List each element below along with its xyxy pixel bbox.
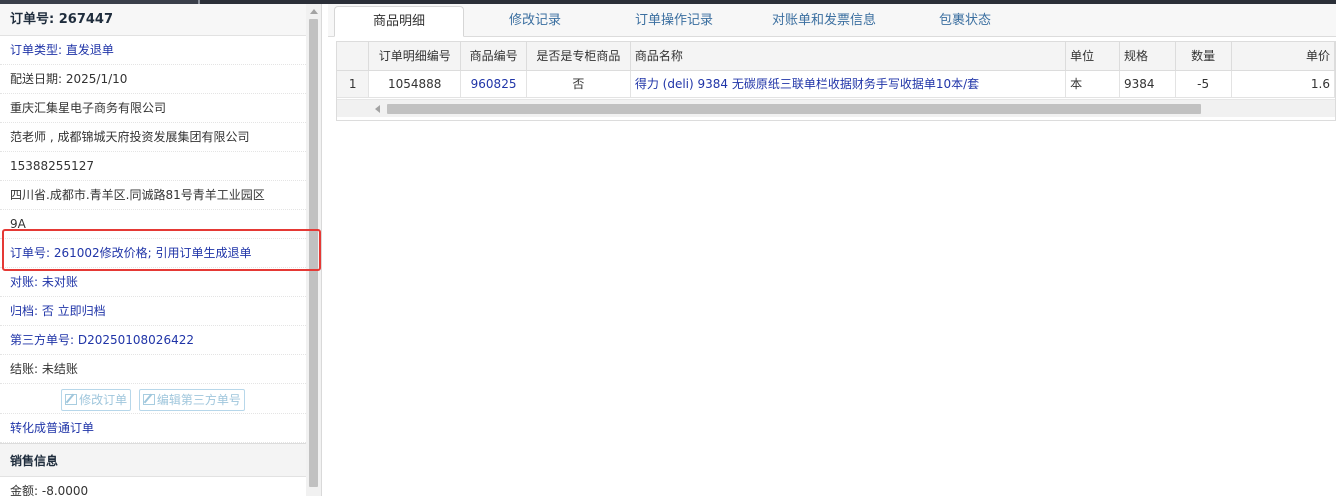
cell-quantity: -5 bbox=[1175, 70, 1232, 98]
col-header-unit[interactable]: 单位 bbox=[1065, 42, 1120, 71]
col-header-unit-price[interactable]: 单价 bbox=[1231, 42, 1335, 71]
cell-detail-no: 1054888 bbox=[368, 70, 462, 98]
cell-spec: 9384 bbox=[1119, 70, 1176, 98]
delivery-date: 配送日期: 2025/1/10 bbox=[0, 65, 306, 94]
settlement-status: 结账: 未结账 bbox=[0, 355, 306, 384]
customer-name: 范老师 , 成都锦城天府投资发展集团有限公司 bbox=[0, 123, 306, 152]
cell-unit-price: 1.6 bbox=[1231, 70, 1335, 98]
horizontal-scrollbar[interactable] bbox=[337, 99, 1335, 117]
col-header-spec[interactable]: 规格 bbox=[1119, 42, 1176, 71]
tab-statement-invoice[interactable]: 对账单和发票信息 bbox=[744, 6, 904, 37]
tab-operation-log[interactable]: 订单操作记录 bbox=[604, 6, 744, 37]
vertical-scroll-thumb[interactable] bbox=[309, 19, 318, 487]
horizontal-scroll-thumb[interactable] bbox=[387, 104, 1201, 114]
edit-order-button[interactable]: 修改订单 bbox=[61, 388, 132, 411]
archive-status[interactable]: 归档: 否 立即归档 bbox=[0, 297, 306, 326]
col-header-product-name[interactable]: 商品名称 bbox=[630, 42, 1067, 71]
third-party-number: 第三方单号: D20250108026422 bbox=[0, 326, 306, 355]
order-info-list: 订单号: 267447 订单类型: 直发退单 配送日期: 2025/1/10 重… bbox=[0, 4, 306, 496]
detail-panel: 商品明细 修改记录 订单操作记录 对账单和发票信息 包裹状态 订单明细编号 商品… bbox=[328, 4, 1336, 496]
scroll-up-icon[interactable] bbox=[310, 9, 318, 14]
table-header-row: 订单明细编号 商品编号 是否是专柜商品 商品名称 单位 规格 数量 单价 bbox=[337, 42, 1335, 71]
sales-info-section: 销售信息 bbox=[0, 443, 306, 477]
supplier-name: 重庆汇集星电子商务有限公司 bbox=[0, 94, 306, 123]
tab-modification-log[interactable]: 修改记录 bbox=[474, 6, 596, 37]
table-row[interactable]: 1 1054888 960825 否 得力 (deli) 9384 无碳原纸三联… bbox=[337, 70, 1335, 98]
cell-unit: 本 bbox=[1065, 70, 1120, 98]
customer-phone: 15388255127 bbox=[0, 152, 306, 181]
reconcile-status[interactable]: 对账: 未对账 bbox=[0, 268, 306, 297]
cell-counter-product: 否 bbox=[526, 70, 631, 98]
order-number-header: 订单号: 267447 bbox=[0, 4, 306, 36]
row-number: 1 bbox=[337, 70, 370, 98]
tab-product-details[interactable]: 商品明细 bbox=[334, 6, 464, 37]
action-button-row: 修改订单 编辑第三方单号 bbox=[0, 384, 306, 414]
col-header-product-no[interactable]: 商品编号 bbox=[460, 42, 527, 71]
scroll-left-icon[interactable] bbox=[375, 105, 380, 113]
edit-order-label: 修改订单 bbox=[79, 392, 128, 407]
convert-to-normal-order-link[interactable]: 转化成普通订单 bbox=[0, 414, 306, 443]
col-header-rownum bbox=[337, 42, 370, 71]
edit-icon bbox=[142, 393, 155, 405]
vertical-scrollbar[interactable] bbox=[306, 4, 321, 496]
product-table: 订单明细编号 商品编号 是否是专柜商品 商品名称 单位 规格 数量 单价 1 1… bbox=[337, 42, 1335, 98]
sales-amount: 金额: -8.0000 bbox=[0, 477, 306, 496]
cell-product-no-link[interactable]: 960825 bbox=[460, 70, 527, 98]
edit-third-party-label: 编辑第三方单号 bbox=[156, 392, 241, 407]
address-line-1: 四川省.成都市.青羊区.同诚路81号青羊工业园区 bbox=[0, 181, 306, 210]
order-info-panel: 订单号: 267447 订单类型: 直发退单 配送日期: 2025/1/10 重… bbox=[0, 4, 322, 496]
edit-icon bbox=[65, 393, 78, 405]
order-note: 订单号: 261002修改价格; 引用订单生成退单 bbox=[0, 239, 306, 268]
cell-product-name-link[interactable]: 得力 (deli) 9384 无碳原纸三联单栏收据财务手写收据单10本/套 bbox=[630, 70, 1067, 98]
order-type: 订单类型: 直发退单 bbox=[0, 36, 306, 65]
address-line-2: 9A bbox=[0, 210, 306, 239]
edit-third-party-button[interactable]: 编辑第三方单号 bbox=[138, 388, 245, 411]
col-header-counter-product[interactable]: 是否是专柜商品 bbox=[526, 42, 631, 71]
col-header-quantity[interactable]: 数量 bbox=[1175, 42, 1232, 71]
product-grid: 订单明细编号 商品编号 是否是专柜商品 商品名称 单位 规格 数量 单价 1 1… bbox=[336, 41, 1336, 121]
col-header-detail-no[interactable]: 订单明细编号 bbox=[368, 42, 462, 71]
tab-bar: 商品明细 修改记录 订单操作记录 对账单和发票信息 包裹状态 bbox=[328, 4, 1336, 37]
tab-package-status[interactable]: 包裹状态 bbox=[904, 6, 1026, 37]
